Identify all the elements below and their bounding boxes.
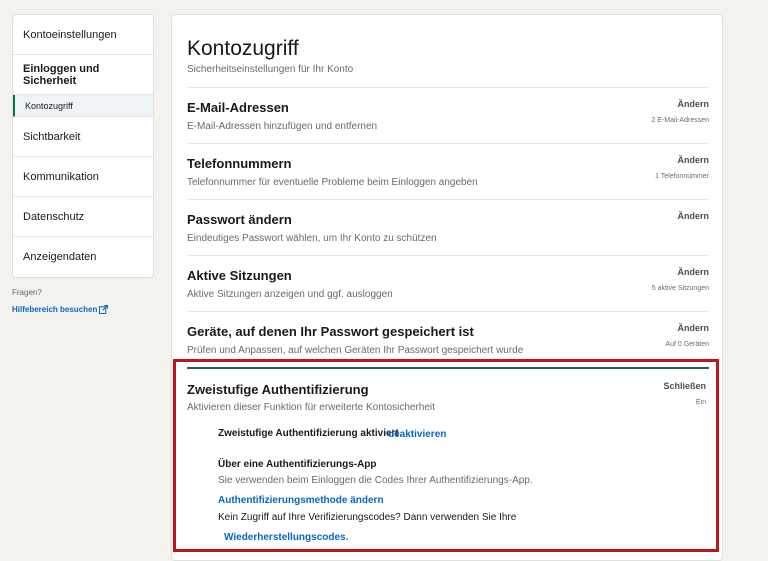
auth-method-description: Sie verwenden beim Einloggen die Codes I… [218, 475, 533, 486]
section-description: Eindeutiges Passwort wählen, um Ihr Kont… [187, 233, 437, 244]
sidebar-item-kommunikation[interactable]: Kommunikation [13, 157, 153, 197]
section-description: Telefonnummer für eventuelle Probleme be… [187, 177, 478, 188]
section-sessions[interactable]: Aktive Sitzungen Aktive Sitzungen anzeig… [187, 255, 709, 311]
sidebar-item-einloggen-sicherheit[interactable]: Einloggen und Sicherheit [13, 55, 153, 95]
deactivate-two-factor-link[interactable]: deaktivieren [388, 429, 446, 440]
sidebar-item-anzeigendaten[interactable]: Anzeigendaten [13, 237, 153, 277]
email-count: 2 E-Mail-Adressen [651, 117, 709, 124]
devices-count: Auf 0 Geräten [665, 341, 709, 348]
two-factor-title: Zweistufige Authentifizierung [187, 382, 369, 397]
page-title: Kontozugriff [187, 37, 299, 60]
change-devices-button[interactable]: Ändern [678, 323, 710, 333]
section-phone[interactable]: Telefonnummern Telefonnummer für eventue… [187, 143, 709, 199]
change-sessions-button[interactable]: Ändern [678, 267, 710, 277]
change-auth-method-link[interactable]: Authentifizierungsmethode ändern [218, 495, 384, 506]
no-access-text: Kein Zugriff auf Ihre Verifizierungscode… [218, 512, 517, 523]
two-factor-status-text: Zweistufige Authentifizierung aktiviert [218, 428, 399, 439]
two-factor-description: Aktivieren dieser Funktion für erweitert… [187, 402, 435, 413]
section-title: Passwort ändern [187, 212, 292, 227]
active-section-divider [187, 367, 709, 369]
sidebar-subitem-kontozugriff[interactable]: Kontozugriff [13, 95, 153, 117]
auth-method-heading: Über eine Authentifizierungs-App [218, 459, 377, 470]
settings-sidebar: Kontoeinstellungen Einloggen und Sicherh… [12, 14, 154, 278]
section-password[interactable]: Passwort ändern Eindeutiges Passwort wäh… [187, 199, 709, 255]
two-factor-state: Ein [695, 399, 706, 406]
change-email-button[interactable]: Ändern [678, 99, 710, 109]
help-center-link[interactable]: Hilfebereich besuchen [12, 305, 109, 314]
phone-count: 1 Telefonnummer [655, 173, 709, 180]
section-description: Aktive Sitzungen anzeigen und ggf. auslo… [187, 289, 393, 300]
change-password-button[interactable]: Ändern [678, 211, 710, 221]
two-factor-section: Zweistufige Authentifizierung Aktivieren… [173, 359, 719, 552]
section-title: Geräte, auf denen Ihr Passwort gespeiche… [187, 324, 474, 339]
close-two-factor-button[interactable]: Schließen [663, 381, 706, 391]
change-phone-button[interactable]: Ändern [678, 155, 710, 165]
page-subtitle: Sicherheitseinstellungen für Ihr Konto [187, 64, 354, 75]
sidebar-item-kontoeinstellungen[interactable]: Kontoeinstellungen [13, 15, 153, 55]
section-title: Aktive Sitzungen [187, 268, 292, 283]
section-email[interactable]: E-Mail-Adressen E-Mail-Adressen hinzufüg… [187, 87, 709, 143]
help-center-link-label: Hilfebereich besuchen [12, 305, 98, 314]
sidebar-item-sichtbarkeit[interactable]: Sichtbarkeit [13, 117, 153, 157]
section-description: Prüfen und Anpassen, auf welchen Geräten… [187, 345, 524, 356]
section-title: E-Mail-Adressen [187, 100, 289, 115]
sessions-count: 5 aktive Sitzungen [651, 285, 709, 292]
section-title: Telefonnummern [187, 156, 292, 171]
help-question: Fragen? [12, 288, 42, 297]
external-link-icon [99, 305, 109, 314]
sidebar-item-datenschutz[interactable]: Datenschutz [13, 197, 153, 237]
recovery-codes-link[interactable]: Wiederherstellungscodes. [224, 532, 348, 543]
section-description: E-Mail-Adressen hinzufügen und entfernen [187, 121, 378, 132]
